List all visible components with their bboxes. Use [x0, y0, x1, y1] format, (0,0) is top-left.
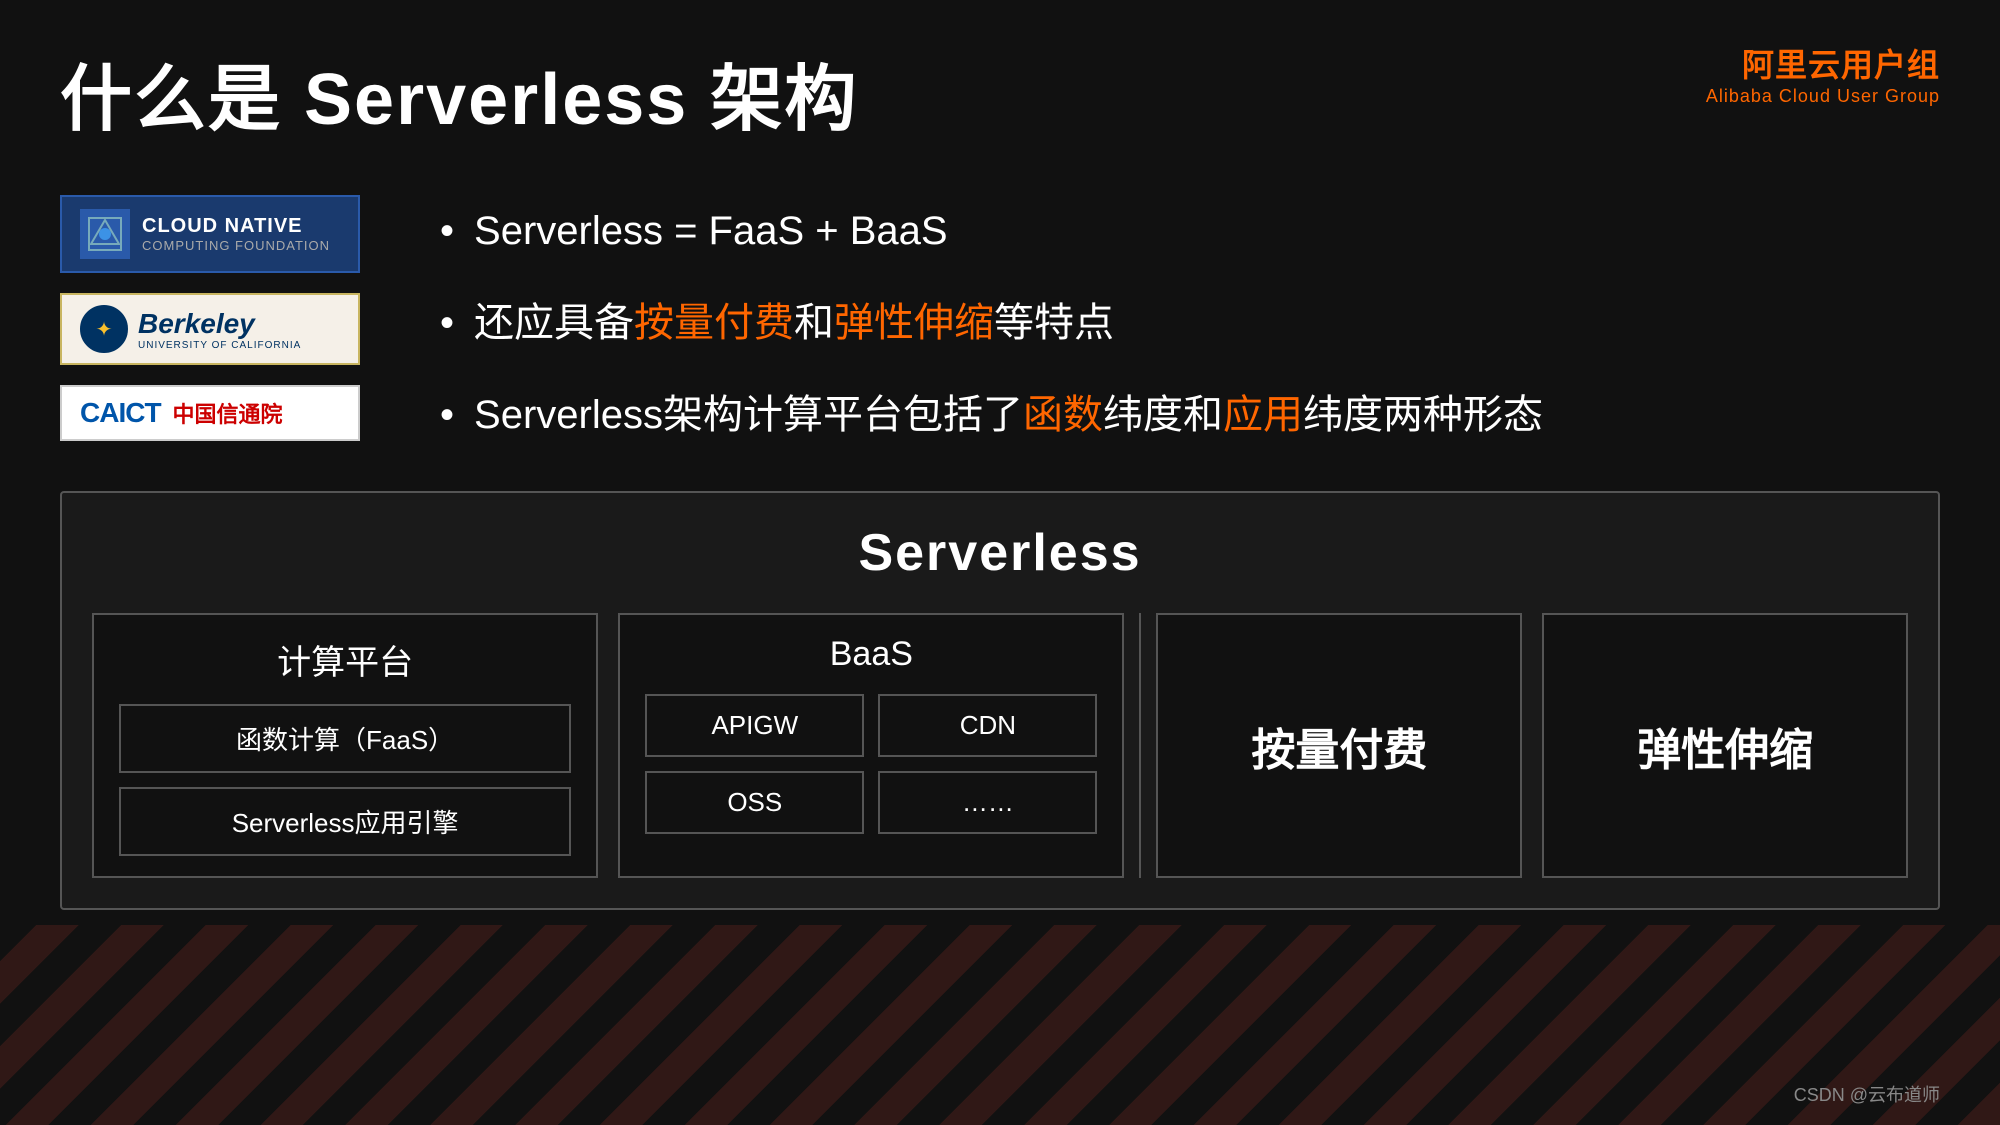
bullet-dot-2: • — [440, 297, 454, 349]
bullet-dot-3: • — [440, 389, 454, 441]
page-title: 什么是 Serverless 架构 — [60, 40, 858, 145]
berkeley-seal: ✦ — [80, 305, 128, 353]
baas-inner-grid: APIGW CDN OSS …… — [645, 694, 1097, 834]
brand-subtitle: Alibaba Cloud User Group — [1706, 86, 1940, 107]
compute-platform-box: 计算平台 函数计算（FaaS） Serverless应用引擎 — [92, 613, 598, 878]
highlight-函数: 函数 — [1023, 393, 1103, 437]
berkeley-logo: ✦ Berkeley UNIVERSITY OF CALIFORNIA — [60, 293, 360, 365]
baas-title: BaaS — [645, 635, 1097, 674]
serverless-app-box: Serverless应用引擎 — [119, 787, 571, 856]
compute-inner-boxes: 函数计算（FaaS） Serverless应用引擎 — [119, 704, 571, 856]
diagram-title: Serverless — [92, 523, 1908, 583]
logos-column: CLOUD NATIVE COMPUTING FOUNDATION ✦ Berk… — [60, 195, 380, 441]
cncf-text: CLOUD NATIVE COMPUTING FOUNDATION — [142, 215, 330, 253]
caict-abbr: CAICT — [80, 397, 161, 429]
cdn-box: CDN — [878, 694, 1097, 757]
bullet-2: • 还应具备按量付费和弹性伸缩等特点 — [440, 297, 1543, 349]
caict-logo: CAICT 中国信通院 — [60, 385, 360, 441]
berkeley-text-sub: UNIVERSITY OF CALIFORNIA — [138, 340, 301, 351]
bullet-text-3: Serverless架构计算平台包括了函数纬度和应用纬度两种形态 — [474, 389, 1543, 441]
highlight-应用: 应用 — [1223, 393, 1303, 437]
content-wrapper: 什么是 Serverless 架构 阿里云用户组 Alibaba Cloud U… — [0, 0, 2000, 1125]
divider-1 — [1139, 613, 1141, 878]
caict-cn: 中国信通院 — [173, 397, 283, 429]
top-section: CLOUD NATIVE COMPUTING FOUNDATION ✦ Berk… — [60, 195, 1940, 441]
apigw-box: APIGW — [645, 694, 864, 757]
billing-text: 按量付费 — [1251, 714, 1427, 778]
scaling-box: 弹性伸缩 — [1542, 613, 1908, 878]
bullet-dot-1: • — [440, 205, 454, 257]
more-box: …… — [878, 771, 1097, 834]
scaling-text: 弹性伸缩 — [1637, 714, 1813, 778]
header: 什么是 Serverless 架构 阿里云用户组 Alibaba Cloud U… — [60, 40, 1940, 145]
baas-box: BaaS APIGW CDN OSS …… — [618, 613, 1124, 878]
berkeley-text-main: Berkeley — [138, 308, 301, 340]
berkeley-text: Berkeley UNIVERSITY OF CALIFORNIA — [138, 308, 301, 351]
compute-platform-title: 计算平台 — [119, 635, 571, 684]
diagram-container: Serverless 计算平台 函数计算（FaaS） Serverless应用引… — [60, 491, 1940, 910]
bullet-1: • Serverless = FaaS + BaaS — [440, 205, 1543, 257]
faas-box: 函数计算（FaaS） — [119, 704, 571, 773]
billing-box: 按量付费 — [1156, 613, 1522, 878]
bullet-text-2: 还应具备按量付费和弹性伸缩等特点 — [474, 297, 1114, 349]
diagram-grid: 计算平台 函数计算（FaaS） Serverless应用引擎 BaaS APIG… — [92, 613, 1908, 878]
cncf-text-main: CLOUD NATIVE — [142, 215, 330, 238]
brand-logo: 阿里云用户组 Alibaba Cloud User Group — [1706, 40, 1940, 107]
cncf-logo: CLOUD NATIVE COMPUTING FOUNDATION — [60, 195, 360, 273]
bullet-text-1: Serverless = FaaS + BaaS — [474, 205, 948, 257]
cncf-text-sub: COMPUTING FOUNDATION — [142, 238, 330, 253]
bullet-3: • Serverless架构计算平台包括了函数纬度和应用纬度两种形态 — [440, 389, 1543, 441]
cncf-icon — [80, 209, 130, 259]
brand-name: 阿里云用户组 — [1706, 40, 1940, 86]
oss-box: OSS — [645, 771, 864, 834]
highlight-弹性伸缩: 弹性伸缩 — [834, 301, 994, 345]
highlight-按量付费: 按量付费 — [634, 301, 794, 345]
bullets-column: • Serverless = FaaS + BaaS • 还应具备按量付费和弹性… — [440, 195, 1543, 441]
